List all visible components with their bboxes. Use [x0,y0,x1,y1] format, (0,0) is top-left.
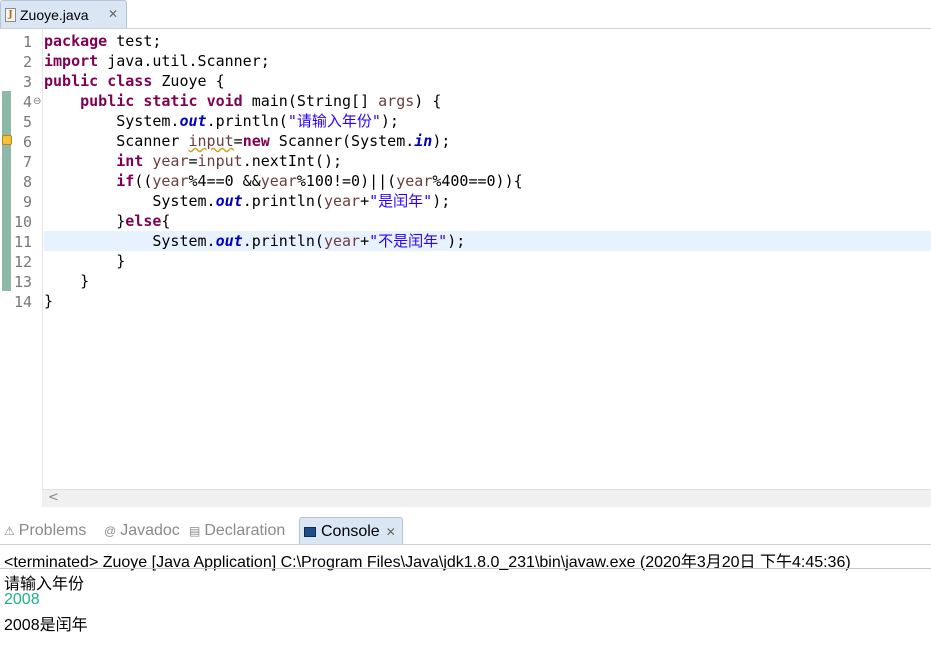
line-number: 6 [22,133,32,151]
code-line-14: } [44,292,54,310]
horizontal-scrollbar[interactable]: < [42,489,931,507]
bottom-panel-tabs: ⚠ Problems @ Javadoc ▤ Declaration Console ✕ [0,517,931,545]
close-icon[interactable]: ✕ [108,7,118,21]
tab-javadoc-label: Javadoc [120,522,180,539]
line-number: 12 [13,253,32,271]
line-number-gutter: 1 2 3 4 5 6 7 8 9 10 11 12 13 14 ⊖ [14,29,43,491]
tab-console[interactable]: Console ✕ [299,517,403,545]
line-number: 10 [13,213,32,231]
declaration-icon: ▤ [189,524,201,538]
code-editor[interactable]: 1 2 3 4 5 6 7 8 9 10 11 12 13 14 ⊖ packa… [0,29,931,491]
console-divider [0,568,931,569]
code-line-3: public class Zuoye { [44,72,225,90]
at-sign-icon: @ [104,524,117,538]
code-line-5: System.out.println("请输入年份"); [116,112,399,130]
code-line-13: } [80,272,90,290]
console-output-line: 2008是闰年 [4,617,88,634]
fold-collapse-icon[interactable]: ⊖ [33,96,41,107]
code-line-2: import java.util.Scanner; [44,52,270,70]
scroll-left-icon[interactable]: < [48,490,59,505]
line-number: 2 [22,53,32,71]
line-number: 1 [22,33,32,51]
editor-tab-bar: J Zuoye.java ✕ [0,0,931,29]
line-number: 14 [13,293,32,311]
line-number: 8 [22,173,32,191]
code-line-4: public static void main(String[] args) { [80,92,442,110]
line-number: 5 [22,113,32,131]
tab-problems[interactable]: ⚠ Problems [4,517,86,545]
code-line-12: } [116,252,126,270]
code-line-1: package test; [44,32,162,50]
code-line-10: }else{ [116,212,171,230]
panel-tab-divider [0,544,931,545]
java-file-icon: J [5,8,16,22]
line-number: 11 [13,233,32,251]
tab-declaration-label: Declaration [204,522,286,539]
code-line-9: System.out.println(year+"是闰年"); [152,192,451,210]
editor-tab-label: Zuoye.java [20,7,89,23]
line-number: 9 [22,193,32,211]
tab-problems-label: Problems [18,522,87,539]
code-line-8: if((year%4==0 &&year%100!=0)||(year%400=… [116,172,523,190]
line-number: 3 [22,73,32,91]
line-number: 7 [22,153,32,171]
console-input-line: 2008 [4,591,40,608]
tab-declaration[interactable]: ▤ Declaration [189,517,285,545]
tab-javadoc[interactable]: @ Javadoc [104,517,180,545]
editor-tab-zuoye-java[interactable]: J Zuoye.java ✕ [0,0,127,28]
console-icon [304,527,316,537]
close-icon[interactable]: ✕ [386,525,396,539]
code-line-11: System.out.println(year+"不是闰年"); [152,232,466,250]
problems-icon: ⚠ [4,524,15,538]
tab-console-label: Console [321,523,380,540]
line-number: 4 [22,93,32,111]
code-line-6: Scanner input=new Scanner(System.in); [116,132,451,150]
code-area[interactable]: package test; import java.util.Scanner; … [44,29,931,489]
line-number: 13 [13,273,32,291]
code-line-7: int year=input.nextInt(); [116,152,343,170]
